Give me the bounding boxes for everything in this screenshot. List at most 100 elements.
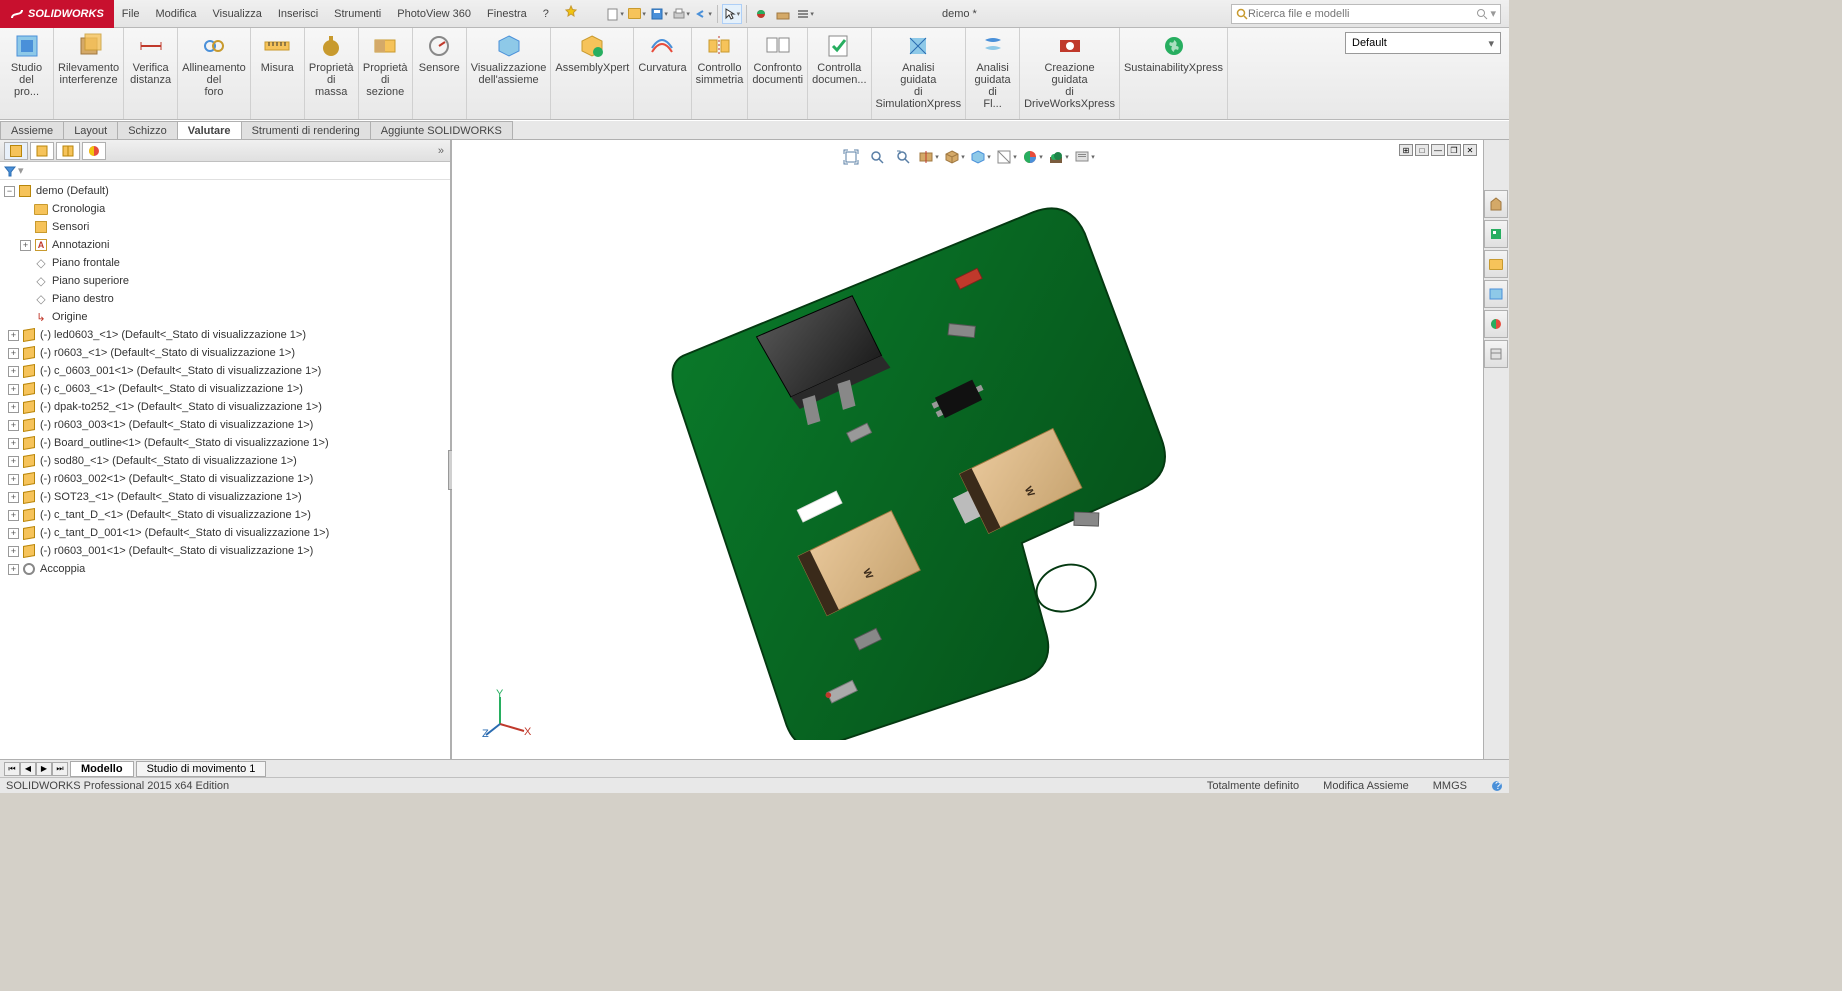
tree-item[interactable]: +(-) r0603_001<1> (Default<_Stato di vis…	[0, 542, 450, 560]
ribbon-sust[interactable]: SustainabilityXpress	[1120, 28, 1228, 119]
menu-file[interactable]: File	[114, 0, 148, 28]
mt-last-button[interactable]: ⏭	[52, 762, 68, 776]
menu-star-icon[interactable]	[557, 0, 585, 28]
menu-visualizza[interactable]: Visualizza	[204, 0, 269, 28]
tree-item[interactable]: +(-) c_0603_<1> (Default<_Stato di visua…	[0, 380, 450, 398]
ribbon-dist[interactable]: Verificadistanza	[124, 28, 178, 119]
print-button[interactable]	[671, 4, 691, 24]
view-triad[interactable]: Y X Z	[482, 689, 532, 739]
vp-grid-icon[interactable]: ⊞	[1399, 144, 1413, 156]
tp-appearances-tab[interactable]	[1484, 310, 1508, 338]
cmd-tab-valutare[interactable]: Valutare	[177, 121, 242, 139]
cmd-tab-strumenti-di-rendering[interactable]: Strumenti di rendering	[241, 121, 371, 139]
fm-filter-bar[interactable]: ▾	[0, 162, 450, 180]
save-button[interactable]	[649, 4, 669, 24]
tree-item[interactable]: +Accoppia	[0, 560, 450, 578]
undo-button[interactable]	[693, 4, 713, 24]
ribbon-curv[interactable]: Curvatura	[634, 28, 691, 119]
graphics-area[interactable]: ⊞ □ — ❐ ✕	[452, 140, 1483, 759]
tree-item[interactable]: +AAnnotazioni	[0, 236, 450, 254]
mt-next-button[interactable]: ▶	[36, 762, 52, 776]
tree-item[interactable]: +(-) c_tant_D_<1> (Default<_Stato di vis…	[0, 506, 450, 524]
ribbon-dwx[interactable]: CreazioneguidatadiDriveWorksXpress	[1020, 28, 1120, 119]
search-input[interactable]	[1248, 8, 1476, 20]
vp-restore-button[interactable]: ❐	[1447, 144, 1461, 156]
tp-explorer-tab[interactable]	[1484, 250, 1508, 278]
options-button[interactable]	[773, 4, 793, 24]
tp-custom-props-tab[interactable]	[1484, 340, 1508, 368]
tree-item[interactable]: Cronologia	[0, 200, 450, 218]
tree-item[interactable]: +(-) r0603_003<1> (Default<_Stato di vis…	[0, 416, 450, 434]
fm-tab-display[interactable]	[82, 142, 106, 160]
menu-?[interactable]: ?	[535, 0, 557, 28]
tree-item[interactable]: +(-) SOT23_<1> (Default<_Stato di visual…	[0, 488, 450, 506]
fm-tab-property[interactable]	[30, 142, 54, 160]
motion-tab-studio-di-movimento-1[interactable]: Studio di movimento 1	[136, 761, 267, 777]
ribbon-compare[interactable]: Confrontodocumenti	[748, 28, 808, 119]
fm-tab-config[interactable]	[56, 142, 80, 160]
ribbon-sym[interactable]: Controllosimmetria	[692, 28, 749, 119]
app-logo: SOLIDWORKS	[0, 0, 114, 28]
tree-item[interactable]: +(-) c_0603_001<1> (Default<_Stato di vi…	[0, 362, 450, 380]
rebuild-button[interactable]	[751, 4, 771, 24]
tree-item[interactable]: +(-) r0603_<1> (Default<_Stato di visual…	[0, 344, 450, 362]
mt-prev-button[interactable]: ◀	[20, 762, 36, 776]
ribbon-asmx[interactable]: AssemblyXpert	[551, 28, 634, 119]
ribbon-hole[interactable]: Allineamentodelforo	[178, 28, 251, 119]
tree-item[interactable]: ↳Origine	[0, 308, 450, 326]
ribbon-study[interactable]: Studiodelpro...	[0, 28, 54, 119]
menu-photoview-360[interactable]: PhotoView 360	[389, 0, 479, 28]
settings-button[interactable]	[795, 4, 815, 24]
new-button[interactable]	[605, 4, 625, 24]
vp-close-button[interactable]: ✕	[1463, 144, 1477, 156]
mt-first-button[interactable]: ⏮	[4, 762, 20, 776]
ribbon-section[interactable]: Proprietàdisezione	[359, 28, 413, 119]
ribbon-asmvis[interactable]: Visualizzazionedell'assieme	[467, 28, 552, 119]
status-mode: Modifica Assieme	[1323, 780, 1409, 792]
cmd-tab-schizzo[interactable]: Schizzo	[117, 121, 178, 139]
ribbon-flox[interactable]: AnalisiguidatadiFl...	[966, 28, 1020, 119]
select-button[interactable]	[722, 4, 742, 24]
tree-item[interactable]: Sensori	[0, 218, 450, 236]
status-help-icon[interactable]: ?	[1491, 780, 1503, 792]
tp-view-palette-tab[interactable]	[1484, 280, 1508, 308]
tree-item[interactable]: +(-) Board_outline<1> (Default<_Stato di…	[0, 434, 450, 452]
tree-item[interactable]: +(-) led0603_<1> (Default<_Stato di visu…	[0, 326, 450, 344]
fm-tab-tree[interactable]	[4, 142, 28, 160]
tree-item[interactable]: −demo (Default)	[0, 182, 450, 200]
vp-single-icon[interactable]: □	[1415, 144, 1429, 156]
tree-item[interactable]: ◇Piano superiore	[0, 272, 450, 290]
search-go-icon[interactable]	[1476, 8, 1488, 20]
status-units: MMGS	[1433, 780, 1467, 792]
menu-modifica[interactable]: Modifica	[148, 0, 205, 28]
vp-minimize-button[interactable]: —	[1431, 144, 1445, 156]
menu-finestra[interactable]: Finestra	[479, 0, 535, 28]
tp-resources-tab[interactable]	[1484, 190, 1508, 218]
tree-item[interactable]: +(-) sod80_<1> (Default<_Stato di visual…	[0, 452, 450, 470]
open-button[interactable]	[627, 4, 647, 24]
ribbon-interf[interactable]: Rilevamentointerferenze	[54, 28, 124, 119]
menu-strumenti[interactable]: Strumenti	[326, 0, 389, 28]
menu-items: FileModificaVisualizzaInserisciStrumenti…	[114, 0, 585, 28]
tree-item[interactable]: ◇Piano destro	[0, 290, 450, 308]
cmd-tab-layout[interactable]: Layout	[63, 121, 118, 139]
ribbon-check[interactable]: Controlladocumen...	[808, 28, 871, 119]
ribbon-mass[interactable]: Proprietàdimassa	[305, 28, 359, 119]
fm-collapse-button[interactable]: »	[438, 145, 444, 157]
ribbon-sensor[interactable]: Sensore	[413, 28, 467, 119]
tree-item[interactable]: +(-) r0603_002<1> (Default<_Stato di vis…	[0, 470, 450, 488]
cmd-tab-assieme[interactable]: Assieme	[0, 121, 64, 139]
ribbon-measure[interactable]: Misura	[251, 28, 305, 119]
menu-inserisci[interactable]: Inserisci	[270, 0, 326, 28]
cmd-tab-aggiunte-solidworks[interactable]: Aggiunte SOLIDWORKS	[370, 121, 513, 139]
tree-item[interactable]: +(-) dpak-to252_<1> (Default<_Stato di v…	[0, 398, 450, 416]
tree-item[interactable]: +(-) c_tant_D_001<1> (Default<_Stato di …	[0, 524, 450, 542]
search-box[interactable]: ▾	[1231, 4, 1501, 24]
configuration-dropdown[interactable]: Default	[1345, 32, 1501, 54]
search-dropdown-icon[interactable]: ▾	[1490, 7, 1496, 20]
tp-library-tab[interactable]	[1484, 220, 1508, 248]
ribbon-simx[interactable]: AnalisiguidatadiSimulationXpress	[872, 28, 967, 119]
model-view[interactable]: W W	[612, 160, 1272, 740]
motion-tab-modello[interactable]: Modello	[70, 761, 134, 777]
tree-item[interactable]: ◇Piano frontale	[0, 254, 450, 272]
